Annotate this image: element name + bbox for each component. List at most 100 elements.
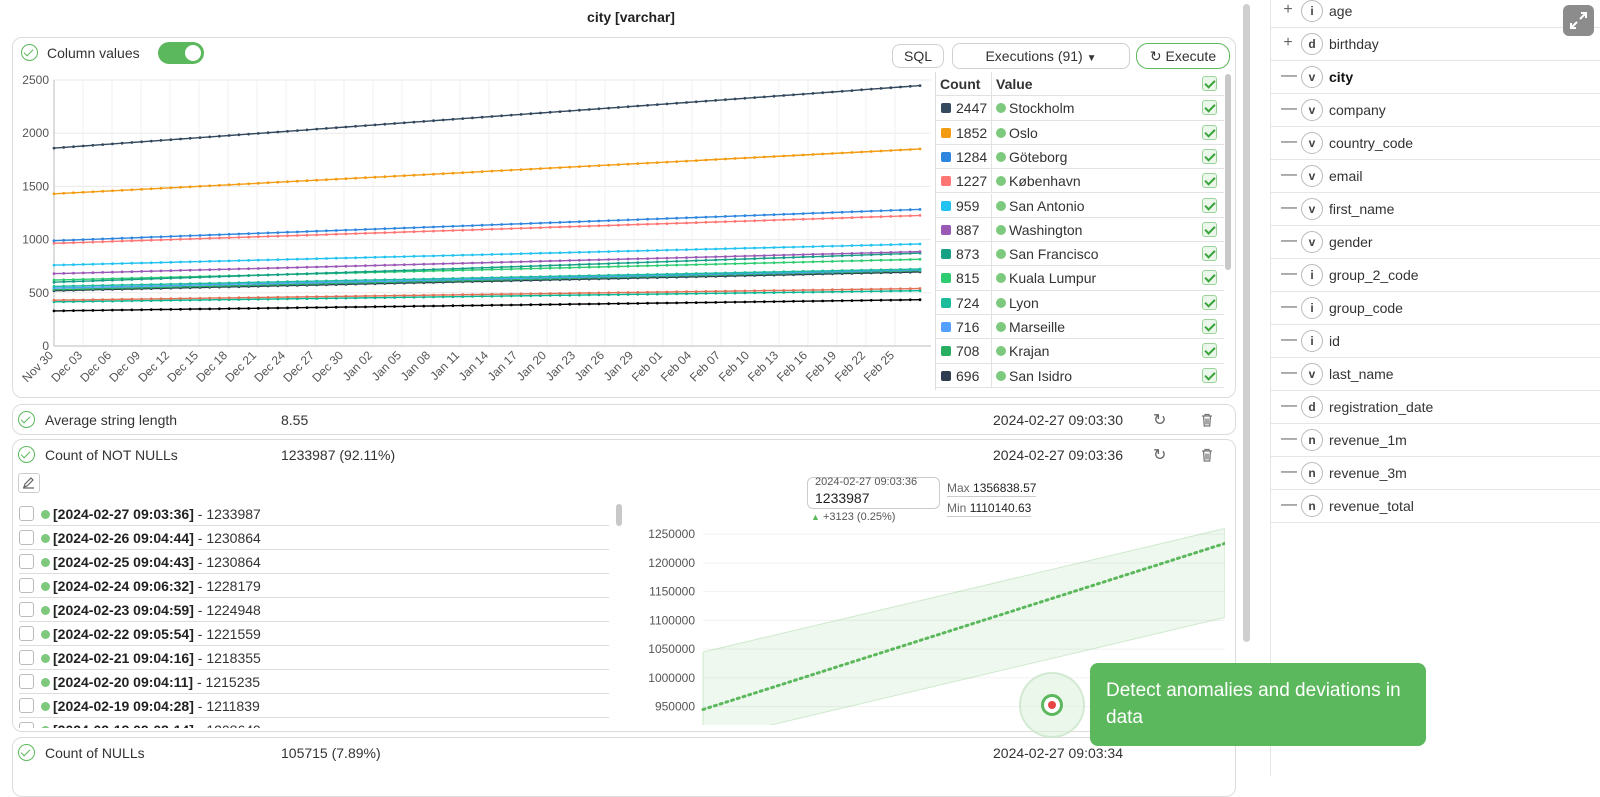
collapse-minus-icon[interactable]: —	[1281, 166, 1297, 184]
column-item-age[interactable]: + i age	[1271, 0, 1600, 28]
status-dot-icon	[996, 176, 1006, 187]
legend-series-checkbox[interactable]	[1202, 221, 1217, 237]
history-row[interactable]: [2024-02-22 09:05:54] - 1221559	[19, 622, 609, 646]
history-checkbox[interactable]	[19, 554, 34, 569]
collapse-minus-icon[interactable]: —	[1281, 298, 1297, 316]
history-row[interactable]: [2024-02-18 09:03:14] - 1208649	[19, 718, 609, 728]
history-row[interactable]: [2024-02-21 09:04:16] - 1218355	[19, 646, 609, 670]
data-point	[685, 101, 688, 104]
legend-value-header: Value	[996, 76, 1033, 92]
legend-series-checkbox[interactable]	[1202, 294, 1217, 310]
history-row[interactable]: [2024-02-23 09:04:59] - 1224948	[19, 598, 609, 622]
legend-series-checkbox[interactable]	[1202, 343, 1217, 359]
column-item-gender[interactable]: — v gender	[1271, 226, 1600, 259]
legend-row[interactable]: 873 San Francisco	[936, 242, 1224, 267]
edit-button[interactable]	[18, 473, 40, 493]
history-scrollbar[interactable]	[616, 504, 622, 526]
column-values-toggle[interactable]	[158, 42, 204, 64]
collapse-minus-icon[interactable]: —	[1281, 232, 1297, 250]
data-point	[772, 270, 776, 274]
collapse-minus-icon[interactable]: —	[1281, 265, 1297, 283]
collapse-minus-icon[interactable]: —	[1281, 331, 1297, 349]
column-item-group_code[interactable]: — i group_code	[1271, 292, 1600, 325]
history-checkbox[interactable]	[19, 578, 34, 593]
legend-series-checkbox[interactable]	[1202, 124, 1217, 140]
expand-plus-icon[interactable]: +	[1281, 34, 1295, 52]
x-tick-label: Dec 30	[309, 348, 346, 385]
legend-series-checkbox[interactable]	[1202, 100, 1217, 116]
history-checkbox[interactable]	[19, 506, 34, 521]
history-checkbox[interactable]	[19, 626, 34, 641]
column-item-id[interactable]: — i id	[1271, 325, 1600, 358]
collapse-minus-icon[interactable]: —	[1281, 496, 1297, 514]
legend-row[interactable]: 708 Krajan	[936, 339, 1224, 364]
legend-row[interactable]: 696 San Isidro	[936, 363, 1224, 388]
legend-select-all-checkbox[interactable]	[1202, 76, 1217, 91]
execute-button[interactable]: ↻ Execute	[1136, 43, 1230, 69]
executions-dropdown[interactable]: Executions (91) ▼	[952, 43, 1130, 69]
legend-series-checkbox[interactable]	[1202, 197, 1217, 213]
column-item-city[interactable]: — v city	[1271, 61, 1600, 94]
sql-button[interactable]: SQL	[892, 44, 944, 68]
history-date: [2024-02-27 09:03:36]	[53, 506, 194, 522]
column-item-group_2_code[interactable]: — i group_2_code	[1271, 259, 1600, 292]
history-checkbox[interactable]	[19, 530, 34, 545]
history-checkbox[interactable]	[19, 602, 34, 617]
legend-row[interactable]: 1227 København	[936, 169, 1224, 194]
expand-button[interactable]	[1563, 5, 1594, 36]
collapse-minus-icon[interactable]: —	[1281, 100, 1297, 118]
collapse-minus-icon[interactable]: —	[1281, 67, 1297, 85]
history-checkbox[interactable]	[19, 698, 34, 713]
legend-row[interactable]: 724 Lyon	[936, 290, 1224, 315]
collapse-minus-icon[interactable]: —	[1281, 133, 1297, 151]
data-point	[724, 157, 727, 161]
column-item-country_code[interactable]: — v country_code	[1271, 127, 1600, 160]
column-item-company[interactable]: — v company	[1271, 94, 1600, 127]
legend-row[interactable]: 959 San Antonio	[936, 193, 1224, 218]
column-item-birthday[interactable]: + d birthday	[1271, 28, 1600, 61]
main-scrollbar[interactable]	[1243, 4, 1250, 642]
legend-row[interactable]: 2447 Stockholm	[936, 96, 1224, 121]
legend-series-checkbox[interactable]	[1202, 173, 1217, 189]
hotspot-beacon[interactable]	[1019, 672, 1085, 738]
legend-series-checkbox[interactable]	[1202, 270, 1217, 286]
history-checkbox[interactable]	[19, 674, 34, 689]
column-item-revenue_total[interactable]: — n revenue_total	[1271, 490, 1600, 523]
legend-scrollbar[interactable]	[1225, 74, 1231, 270]
collapse-minus-icon[interactable]: —	[1281, 430, 1297, 448]
legend-series-checkbox[interactable]	[1202, 367, 1217, 383]
legend-row[interactable]: 716 Marseille	[936, 315, 1224, 340]
history-checkbox[interactable]	[19, 650, 34, 665]
column-item-email[interactable]: — v email	[1271, 160, 1600, 193]
trash-icon[interactable]	[1199, 412, 1215, 428]
history-row[interactable]: [2024-02-19 09:04:28] - 1211839	[19, 694, 609, 718]
collapse-minus-icon[interactable]: —	[1281, 463, 1297, 481]
column-item-first_name[interactable]: — v first_name	[1271, 193, 1600, 226]
column-item-last_name[interactable]: — v last_name	[1271, 358, 1600, 391]
legend-series-checkbox[interactable]	[1202, 319, 1217, 334]
history-checkbox[interactable]	[19, 722, 34, 728]
trash-icon[interactable]	[1199, 447, 1215, 463]
legend-series-checkbox[interactable]	[1202, 246, 1217, 262]
history-row[interactable]: [2024-02-27 09:03:36] - 1233987	[19, 502, 609, 526]
legend-row[interactable]: 815 Kuala Lumpur	[936, 266, 1224, 291]
history-row[interactable]: [2024-02-20 09:04:11] - 1215235	[19, 670, 609, 694]
history-row[interactable]: [2024-02-25 09:04:43] - 1230864	[19, 550, 609, 574]
column-item-revenue_1m[interactable]: — n revenue_1m	[1271, 424, 1600, 457]
data-point	[364, 270, 367, 274]
legend-row[interactable]: 1852 Oslo	[936, 120, 1224, 145]
column-item-registration_date[interactable]: — d registration_date	[1271, 391, 1600, 424]
collapse-minus-icon[interactable]: —	[1281, 199, 1297, 217]
refresh-icon[interactable]: ↻	[1153, 410, 1169, 429]
expand-plus-icon[interactable]: +	[1281, 1, 1295, 19]
data-point	[753, 96, 756, 99]
column-item-revenue_3m[interactable]: — n revenue_3m	[1271, 457, 1600, 490]
legend-row[interactable]: 887 Washington	[936, 217, 1224, 243]
collapse-minus-icon[interactable]: —	[1281, 397, 1297, 415]
legend-row[interactable]: 1284 Göteborg	[936, 144, 1224, 170]
legend-series-checkbox[interactable]	[1202, 148, 1217, 164]
refresh-icon[interactable]: ↻	[1153, 445, 1169, 464]
history-row[interactable]: [2024-02-24 09:06:32] - 1228179	[19, 574, 609, 598]
history-row[interactable]: [2024-02-26 09:04:44] - 1230864	[19, 526, 609, 550]
collapse-minus-icon[interactable]: —	[1281, 364, 1297, 382]
